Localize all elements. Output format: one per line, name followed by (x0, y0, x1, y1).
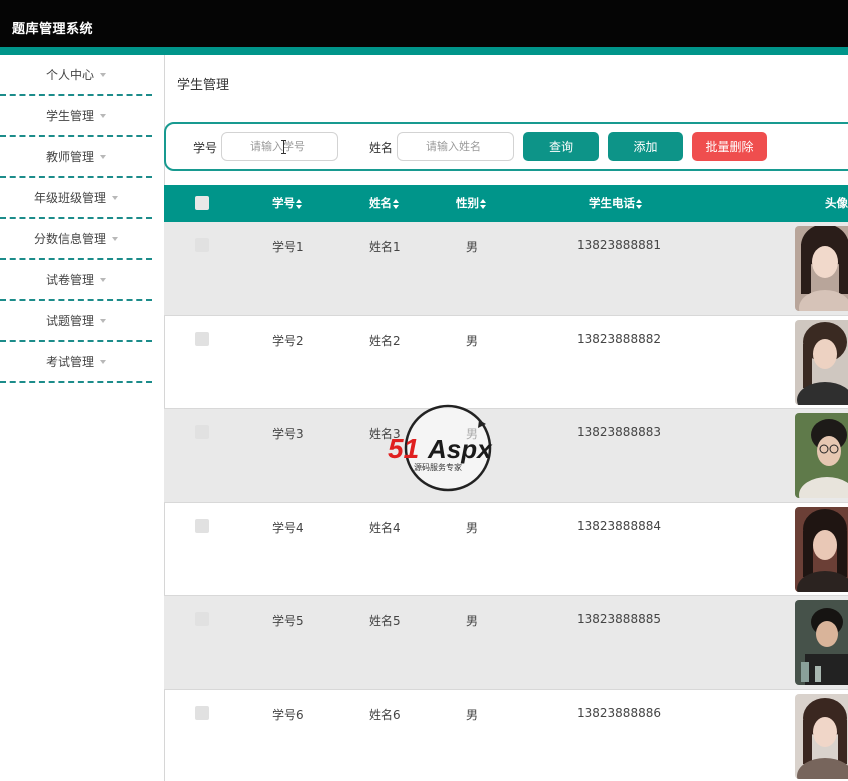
sidebar: 个人中心 学生管理 教师管理 年级班级管理 分数信息管理 试卷管理 试题管理 考… (0, 55, 152, 781)
watermark-logo: 51 Aspx 源码服务专家 (384, 404, 512, 494)
cell-name: 姓名6 (369, 707, 401, 722)
cell-gender: 男 (466, 707, 479, 722)
cell-name: 姓名5 (369, 614, 401, 628)
sidebar-item-label: 试卷管理 (45, 273, 94, 287)
table-row[interactable]: 学号5 姓名5 男 13823888885 (164, 596, 848, 690)
cell-gender: 男 (466, 520, 479, 535)
cell-student-id: 学号2 (272, 333, 304, 348)
cell-student-id: 学号3 (272, 427, 304, 441)
batch-delete-button[interactable]: 批量删除 (692, 132, 767, 161)
cell-student-id: 学号6 (272, 707, 304, 722)
cell-student-id: 学号1 (272, 240, 304, 254)
column-header-avatar: 头像 (825, 196, 848, 210)
row-checkbox[interactable] (195, 518, 209, 533)
cell-gender: 男 (466, 614, 479, 628)
add-button[interactable]: 添加 (608, 132, 683, 161)
column-header-gender[interactable]: 性别 (456, 185, 486, 222)
watermark-tagline: 源码服务专家 (414, 462, 462, 472)
column-header-phone[interactable]: 学生电话 (589, 185, 642, 222)
avatar (795, 226, 848, 311)
sidebar-item-label: 试题管理 (45, 314, 94, 328)
name-label: 姓名 (369, 141, 394, 155)
row-checkbox[interactable] (195, 612, 209, 626)
query-button[interactable]: 查询 (523, 132, 599, 161)
table-body: 学号1 姓名1 男 13823888881 学号2 姓名2 男 13823888… (164, 222, 848, 781)
table-row[interactable]: 学号1 姓名1 男 13823888881 (164, 222, 848, 316)
column-header-student-id[interactable]: 学号 (272, 185, 302, 222)
sort-icon[interactable] (393, 198, 399, 209)
sidebar-item-label: 年级班级管理 (33, 191, 106, 205)
sidebar-item-grade-class-management[interactable]: 年级班级管理 (0, 178, 152, 219)
cell-student-id: 学号5 (272, 614, 304, 628)
sidebar-item-label: 学生管理 (45, 109, 94, 123)
chevron-down-icon (112, 236, 118, 241)
text-cursor-icon (281, 140, 289, 154)
row-checkbox[interactable] (195, 331, 209, 346)
sidebar-item-label: 考试管理 (45, 355, 94, 369)
chevron-down-icon (100, 72, 106, 77)
cell-phone: 13823888883 (577, 425, 661, 439)
student-id-input[interactable] (221, 132, 338, 161)
avatar (795, 506, 848, 592)
avatar (795, 413, 848, 498)
sidebar-item-question-management[interactable]: 试题管理 (0, 301, 152, 342)
sidebar-item-label: 分数信息管理 (33, 232, 106, 246)
page-title: 学生管理 (177, 78, 230, 93)
chevron-down-icon (100, 318, 106, 323)
cell-student-id: 学号4 (272, 520, 304, 535)
sort-icon[interactable] (296, 198, 302, 209)
chevron-down-icon (100, 113, 106, 118)
table-header: 学号 姓名 性别 学生电话 头像 (164, 185, 848, 222)
app-title: 题库管理系统 (12, 22, 94, 37)
row-checkbox[interactable] (195, 425, 209, 439)
sidebar-item-paper-management[interactable]: 试卷管理 (0, 260, 152, 301)
chevron-down-icon (112, 195, 118, 200)
avatar (795, 319, 848, 405)
student-id-label: 学号 (193, 141, 218, 155)
sidebar-item-exam-management[interactable]: 考试管理 (0, 342, 152, 383)
row-checkbox[interactable] (195, 238, 209, 252)
table-row[interactable]: 学号2 姓名2 男 13823888882 (164, 316, 848, 409)
sidebar-item-personal-center[interactable]: 个人中心 (0, 55, 152, 96)
cell-phone: 13823888882 (577, 331, 661, 346)
cell-phone: 13823888884 (577, 518, 661, 533)
watermark-brand-red: 51 (388, 433, 419, 464)
sidebar-item-teacher-management[interactable]: 教师管理 (0, 137, 152, 178)
column-header-name[interactable]: 姓名 (369, 185, 399, 222)
select-all-checkbox[interactable] (195, 196, 209, 210)
header-accent-strip (0, 47, 848, 55)
table-row[interactable]: 学号4 姓名4 男 13823888884 (164, 503, 848, 596)
avatar (795, 693, 848, 779)
cell-phone: 13823888881 (577, 238, 661, 252)
avatar (795, 600, 848, 685)
top-bar: 题库管理系统 (0, 0, 848, 47)
sort-icon[interactable] (480, 198, 486, 209)
sidebar-item-label: 教师管理 (45, 150, 94, 164)
cell-gender: 男 (466, 333, 479, 348)
sort-icon[interactable] (636, 198, 642, 209)
cell-name: 姓名2 (369, 333, 401, 348)
cell-gender: 男 (466, 240, 479, 254)
chevron-down-icon (100, 154, 106, 159)
table-row[interactable]: 学号6 姓名6 男 13823888886 (164, 690, 848, 781)
watermark-brand-dark: Aspx (427, 434, 493, 464)
cell-phone: 13823888885 (577, 612, 661, 626)
cell-name: 姓名4 (369, 520, 401, 535)
row-checkbox[interactable] (195, 705, 209, 720)
cell-phone: 13823888886 (577, 705, 661, 720)
cell-name: 姓名1 (369, 240, 401, 254)
name-input[interactable] (397, 132, 514, 161)
sidebar-item-student-management[interactable]: 学生管理 (0, 96, 152, 137)
chevron-down-icon (100, 277, 106, 282)
sidebar-item-label: 个人中心 (45, 68, 94, 82)
chevron-down-icon (100, 359, 106, 364)
sidebar-item-score-management[interactable]: 分数信息管理 (0, 219, 152, 260)
